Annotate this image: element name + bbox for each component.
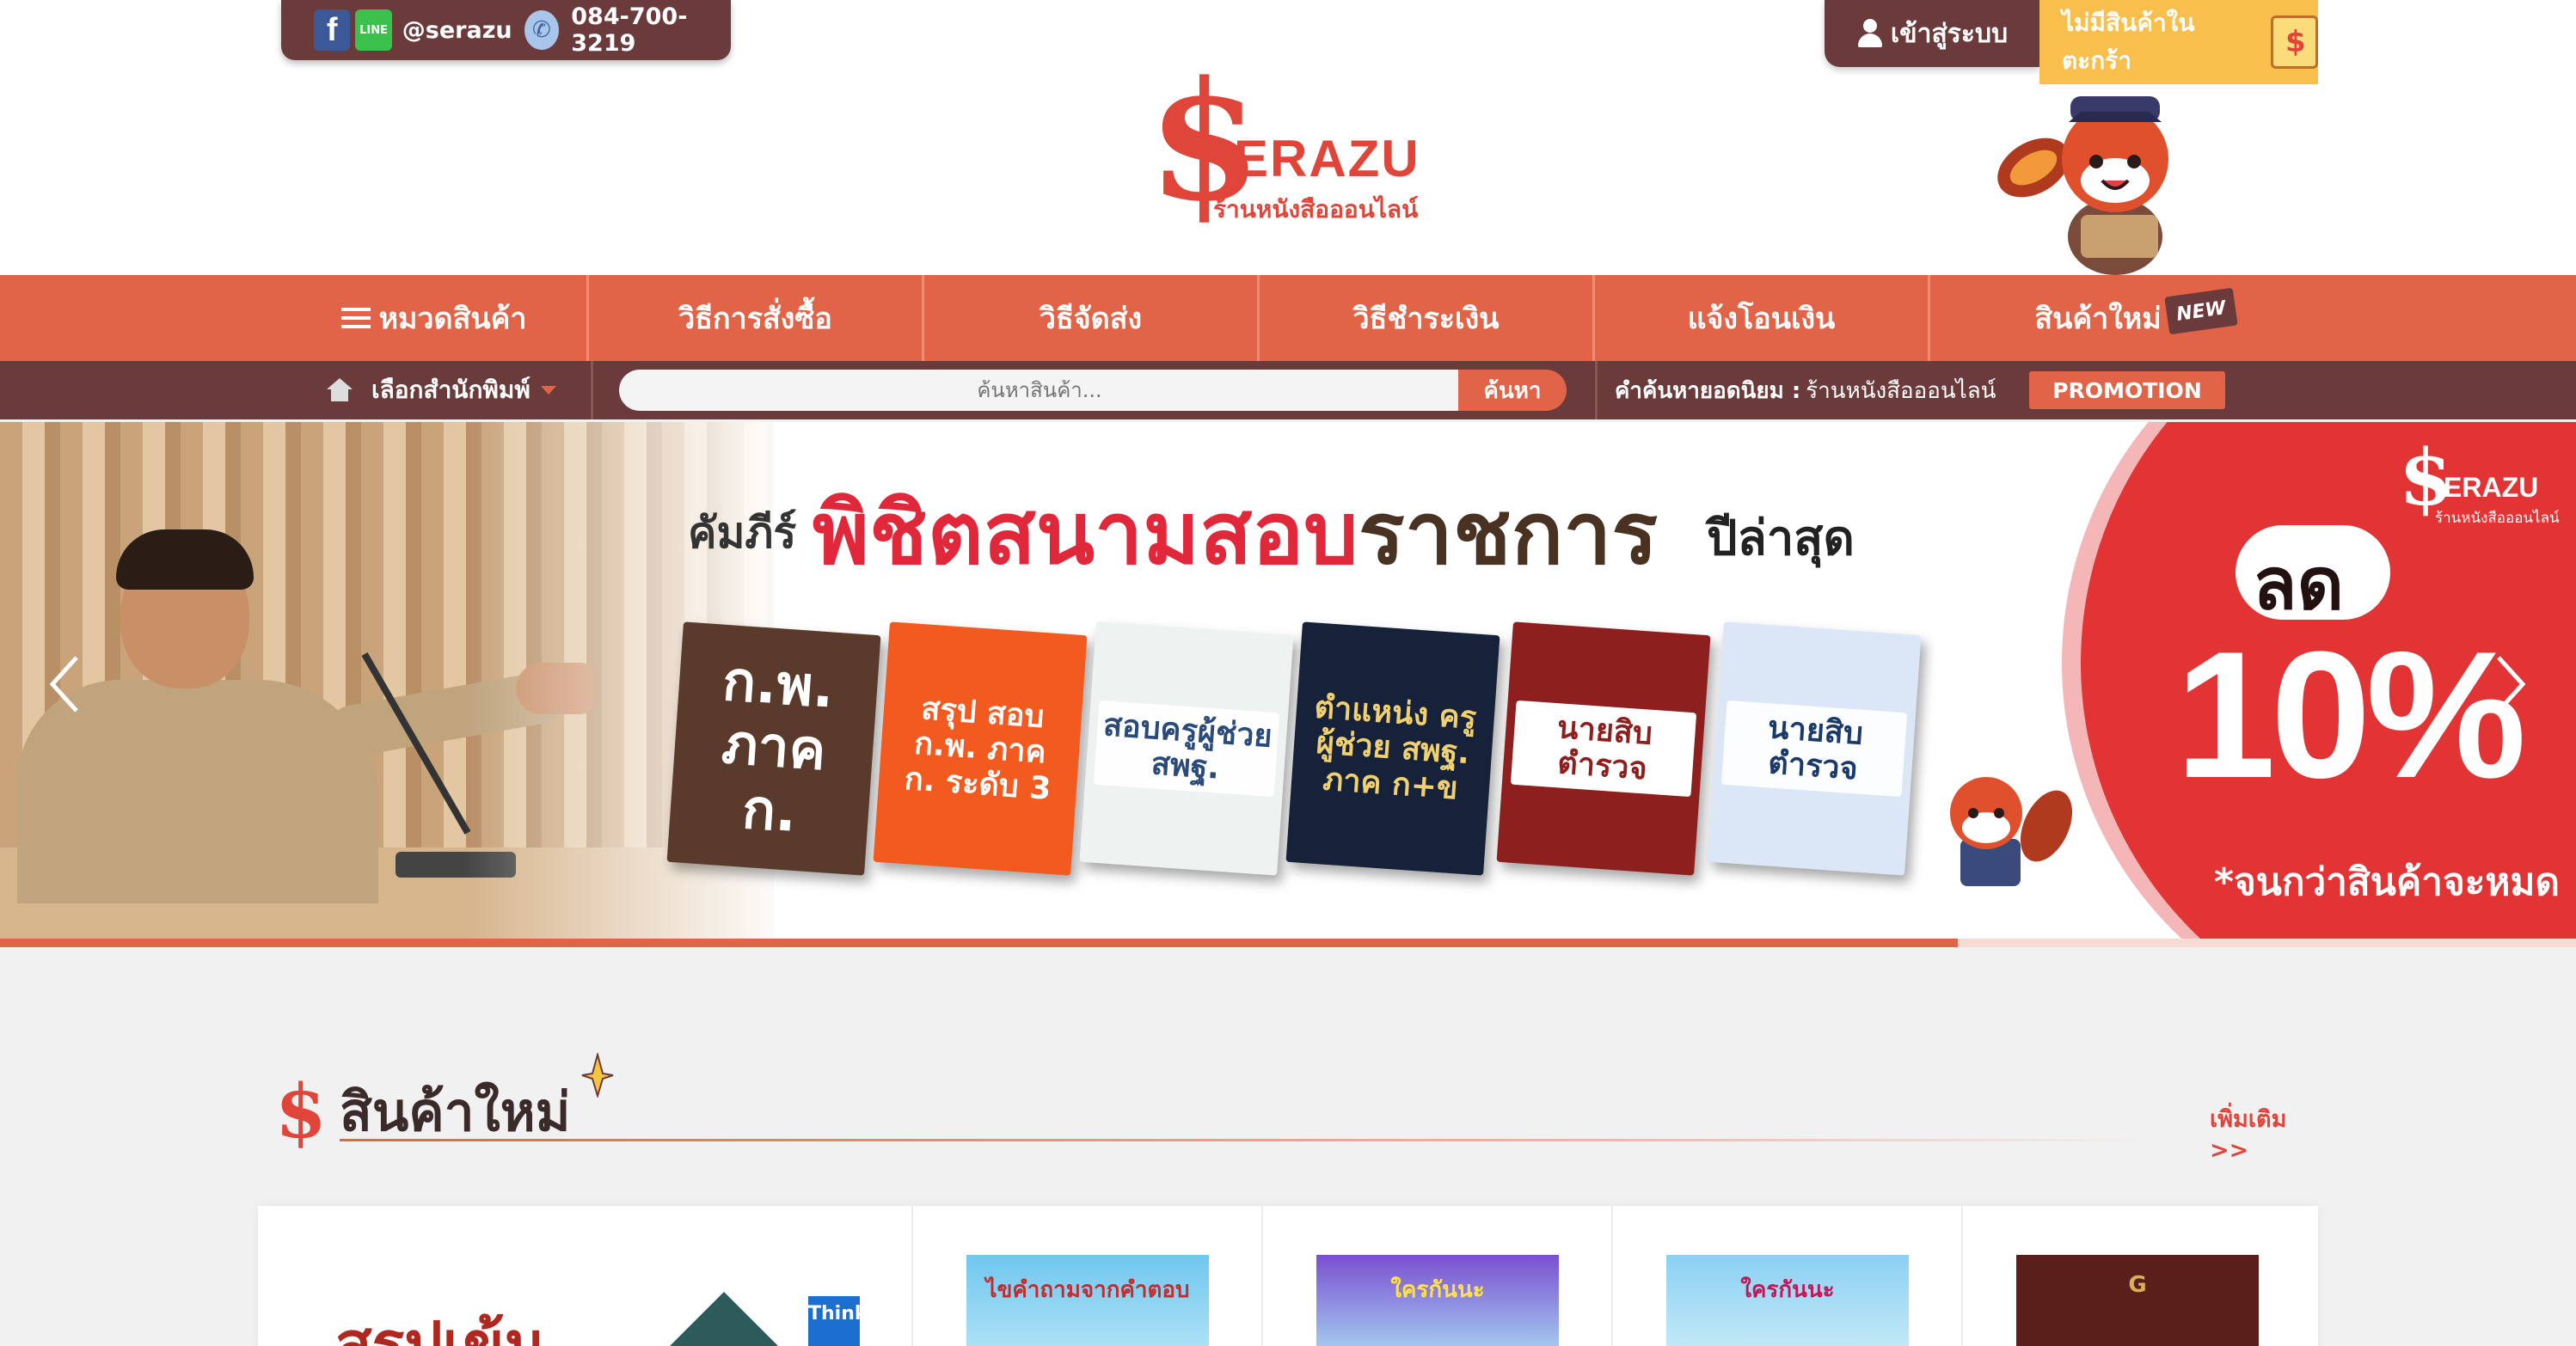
red-panda-mascot bbox=[1997, 96, 2168, 275]
product-card[interactable]: ใครกันนะ bbox=[1263, 1206, 1613, 1346]
section-title: สินค้าใหม่ bbox=[340, 1080, 571, 1143]
red-panda-mascot-small bbox=[1950, 777, 2072, 886]
popular-searches: คำค้นหายอดนิยม : ร้านหนังสือออนไลน์ bbox=[1615, 361, 1996, 419]
hero-banner[interactable]: คัมภีร์ พิชิตสนามสอบ ราชการ ปีล่าสุด ก.พ… bbox=[0, 422, 2576, 941]
popular-label: คำค้นหายอดนิยม : bbox=[1615, 377, 1801, 404]
nav-label: วิธีชำระเงิน bbox=[1352, 302, 1500, 336]
banner-book: ก.พ. ภาค ก. bbox=[666, 621, 881, 876]
user-icon bbox=[1856, 19, 1884, 48]
product-card[interactable]: ใครกันนะ bbox=[1613, 1206, 1963, 1346]
promotion-button[interactable]: PROMOTION bbox=[2029, 371, 2225, 409]
logo-word: ERAZU bbox=[1234, 130, 1420, 187]
banner-book: ตำแหน่ง ครูผู้ช่วย สพฐ. ภาค ก+ข bbox=[1285, 621, 1500, 876]
book-title: ก.พ. ภาค ก. bbox=[720, 649, 837, 845]
banner-headline-part1: คัมภีร์ bbox=[688, 508, 797, 558]
book-title: สอบครูผู้ช่วย สพฐ. bbox=[1093, 700, 1280, 798]
discount-value: 10% bbox=[2175, 614, 2526, 816]
banner-book: นายสิบตำรวจ bbox=[1707, 621, 1922, 876]
chevron-right-icon[interactable] bbox=[2493, 654, 2528, 714]
search-input[interactable] bbox=[619, 370, 1460, 411]
product-thumbnail[interactable]: G bbox=[2016, 1255, 2259, 1346]
popular-search-link[interactable]: ร้านหนังสือออนไลน์ bbox=[1806, 373, 1996, 408]
nav-shipping[interactable]: วิธีจัดส่ง bbox=[924, 275, 1260, 361]
section-divider bbox=[340, 1139, 2154, 1141]
publisher-badge: Think bbox=[808, 1296, 868, 1346]
banner-logo-word: ERAZU bbox=[2444, 472, 2539, 503]
cart-button[interactable]: ไม่มีสินค้าในตะกร้า bbox=[2039, 0, 2318, 84]
site-header: f LINE @serazu ✆ 084-700-3219 เข้าสู่ระบ… bbox=[0, 0, 2576, 275]
line-handle[interactable]: @serazu bbox=[402, 17, 512, 44]
sparkle-icon bbox=[581, 1053, 614, 1098]
banner-logo-subtitle: ร้านหนังสือออนไลน์ bbox=[2435, 510, 2560, 527]
logo-subtitle: ร้านหนังสือออนไลน์ bbox=[1213, 195, 1419, 223]
book-title: นายสิบตำรวจ bbox=[1720, 700, 1908, 798]
shopping-bag-icon bbox=[2270, 15, 2318, 69]
banner-book: นายสิบ ตำรวจ bbox=[1496, 621, 1711, 876]
featured-product[interactable]: สรุปเข้ม Think bbox=[258, 1206, 913, 1346]
product-thumbnail[interactable]: ใครกันนะ bbox=[1666, 1255, 1909, 1346]
book-title: สรุป สอบ ก.พ. ภาค ก. ระดับ 3 bbox=[903, 691, 1052, 807]
phone-number[interactable]: 084-700-3219 bbox=[571, 3, 731, 57]
slide-progress-track bbox=[0, 939, 2576, 947]
nav-label: วิธีการสั่งซื้อ bbox=[678, 302, 832, 336]
book-title: ตำแหน่ง ครูผู้ช่วย สพฐ. ภาค ก+ข bbox=[1313, 689, 1478, 807]
nav-categories[interactable]: หมวดสินค้า bbox=[281, 275, 589, 361]
nav-payment[interactable]: วิธีชำระเงิน bbox=[1260, 275, 1595, 361]
more-link[interactable]: เพิ่มเติม >> bbox=[2210, 1100, 2318, 1164]
banner-headline-part3: ราชการ bbox=[1359, 483, 1659, 584]
nav-how-to-order[interactable]: วิธีการสั่งซื้อ bbox=[589, 275, 924, 361]
publisher-label: เลือกสำนักพิมพ์ bbox=[371, 376, 531, 404]
login-button[interactable]: เข้าสู่ระบบ bbox=[1825, 0, 2039, 67]
new-products-header: $ สินค้าใหม่ เพิ่มเติม >> bbox=[275, 1053, 2318, 1164]
slide-progress-fill bbox=[0, 939, 1958, 947]
banner-book: สรุป สอบ ก.พ. ภาค ก. ระดับ 3 bbox=[873, 621, 1088, 876]
line-icon[interactable]: LINE bbox=[355, 9, 392, 51]
product-card[interactable]: ไขคำถามจากคำตอบ bbox=[913, 1206, 1263, 1346]
product-card[interactable]: G bbox=[1963, 1206, 2313, 1346]
phone-icon: ✆ bbox=[524, 10, 560, 50]
product-thumbnail[interactable]: ไขคำถามจากคำตอบ bbox=[966, 1255, 1209, 1346]
nav-label: สินค้าใหม่ bbox=[2034, 302, 2162, 336]
banner-headline-part4: ปีล่าสุด bbox=[1707, 511, 1855, 566]
site-logo[interactable]: $ ERAZU ร้านหนังสือออนไลน์ bbox=[1148, 43, 1432, 249]
facebook-icon[interactable]: f bbox=[314, 9, 351, 51]
search-button[interactable]: ค้นหา bbox=[1458, 370, 1567, 411]
product-thumbnail[interactable]: ใครกันนะ bbox=[1316, 1255, 1559, 1346]
banner-headline-part2: พิชิตสนามสอบ bbox=[813, 483, 1359, 584]
book-title: นายสิบ ตำรวจ bbox=[1510, 700, 1697, 798]
nav-label: หมวดสินค้า bbox=[378, 302, 527, 336]
discount-note: *จนกว่าสินค้าจะหมด bbox=[2214, 860, 2560, 904]
featured-product-title: สรุปเข้ม bbox=[335, 1309, 544, 1346]
serazu-s-icon: $ bbox=[275, 1068, 327, 1155]
banner-book: สอบครูผู้ช่วย สพฐ. bbox=[1079, 621, 1294, 876]
home-icon[interactable] bbox=[327, 378, 353, 402]
chevron-left-icon[interactable] bbox=[47, 654, 82, 714]
nav-label: แจ้งโอนเงิน bbox=[1687, 302, 1836, 336]
sub-bar: เลือกสำนักพิมพ์ ค้นหา คำค้นหายอดนิยม : ร… bbox=[0, 361, 2576, 419]
cart-label: ไม่มีสินค้าในตะกร้า bbox=[2062, 9, 2195, 75]
featured-product-graphic bbox=[647, 1292, 801, 1346]
new-products-list: สรุปเข้ม Think ไขคำถามจากคำตอบ ใครกันนะ … bbox=[258, 1206, 2318, 1346]
publisher-dropdown[interactable]: เลือกสำนักพิมพ์ bbox=[327, 361, 593, 419]
chevron-down-icon bbox=[540, 386, 556, 395]
hamburger-menu-icon bbox=[340, 308, 371, 328]
nav-label: วิธีจัดส่ง bbox=[1039, 302, 1143, 336]
login-label: เข้าสู่ระบบ bbox=[1890, 18, 2009, 49]
nav-payment-notice[interactable]: แจ้งโอนเงิน bbox=[1595, 275, 1930, 361]
divider bbox=[1595, 361, 1598, 419]
contact-bar: f LINE @serazu ✆ 084-700-3219 bbox=[281, 0, 731, 60]
